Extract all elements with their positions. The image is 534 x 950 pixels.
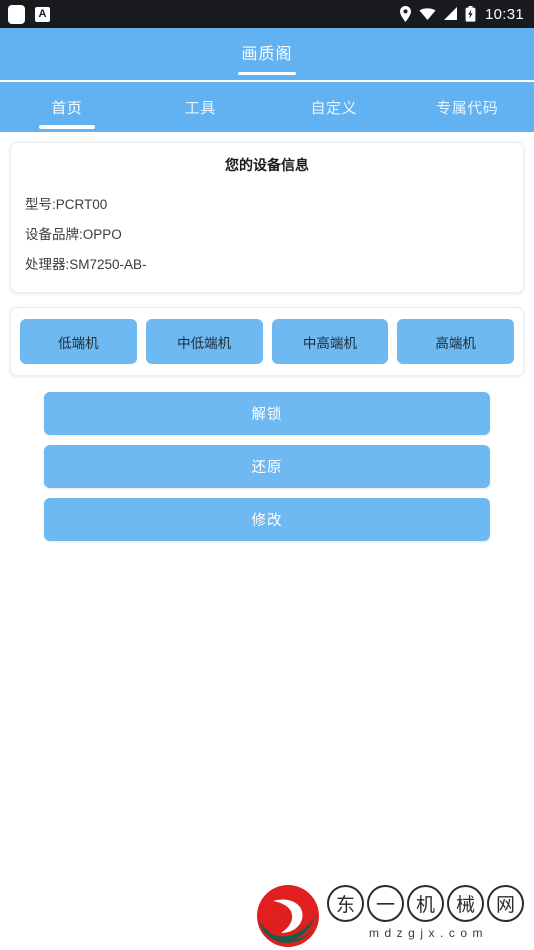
modify-button[interactable]: 修改 <box>44 498 490 541</box>
cellular-signal-icon <box>443 7 458 21</box>
status-bar-clock: 10:31 <box>484 5 524 23</box>
watermark-url: mdzgjx.com <box>368 926 488 940</box>
tab-bar: 首页 工具 自定义 专属代码 <box>0 80 534 132</box>
watermark-char-5: 网 <box>487 885 524 922</box>
tab-custom[interactable]: 自定义 <box>267 82 401 132</box>
device-info-brand: 设备品牌:OPPO <box>25 227 122 242</box>
watermark-char-4: 械 <box>447 885 484 922</box>
tab-custom-label: 自定义 <box>310 99 357 117</box>
device-tier-card: 低端机 中低端机 中高端机 高端机 <box>10 307 524 376</box>
location-icon <box>399 6 412 22</box>
unlock-button[interactable]: 解锁 <box>44 392 490 435</box>
app-header: 画质阁 <box>0 28 534 80</box>
status-bar-left: A <box>8 4 50 24</box>
preset-mid-low-end-button[interactable]: 中低端机 <box>145 319 263 364</box>
status-bar: A 10:31 <box>0 0 534 28</box>
preset-high-end-button[interactable]: 高端机 <box>397 319 514 364</box>
watermark-text: 东 一 机 械 网 mdzgjx.com <box>327 885 524 940</box>
main-content: 您的设备信息 型号:PCRT00 设备品牌:OPPO 处理器:SM7250-AB… <box>0 132 534 541</box>
tab-exclusive-code[interactable]: 专属代码 <box>401 82 534 132</box>
preset-mid-high-end-button[interactable]: 中高端机 <box>271 319 389 364</box>
tab-exclusive-code-label: 专属代码 <box>436 99 499 117</box>
preset-low-end-button[interactable]: 低端机 <box>20 319 137 364</box>
tab-home-label: 首页 <box>51 99 83 117</box>
tab-tools[interactable]: 工具 <box>134 82 268 132</box>
wifi-icon <box>419 7 436 21</box>
ime-indicator-icon: A <box>35 6 50 22</box>
action-button-group: 解锁 还原 修改 <box>10 392 524 541</box>
device-info-title: 您的设备信息 <box>225 157 309 173</box>
title-underline <box>238 72 296 75</box>
device-info-model: 型号:PCRT00 <box>25 197 108 212</box>
app-square-icon <box>8 4 25 24</box>
watermark-char-1: 东 <box>327 885 364 922</box>
page-title: 画质阁 <box>241 46 293 63</box>
status-bar-right: 10:31 <box>399 6 524 23</box>
tab-home[interactable]: 首页 <box>0 82 134 132</box>
watermark: 东 一 机 械 网 mdzgjx.com <box>257 885 524 947</box>
tab-tools-label: 工具 <box>184 99 216 117</box>
dongyi-rose-logo-icon <box>257 885 319 947</box>
watermark-char-2: 一 <box>367 885 404 922</box>
restore-button[interactable]: 还原 <box>44 445 490 488</box>
battery-charging-icon <box>465 6 476 22</box>
watermark-characters: 东 一 机 械 网 <box>327 885 524 922</box>
watermark-char-3: 机 <box>407 885 444 922</box>
device-info-card: 您的设备信息 型号:PCRT00 设备品牌:OPPO 处理器:SM7250-AB… <box>10 142 524 293</box>
device-info-processor: 处理器:SM7250-AB- <box>25 257 147 272</box>
